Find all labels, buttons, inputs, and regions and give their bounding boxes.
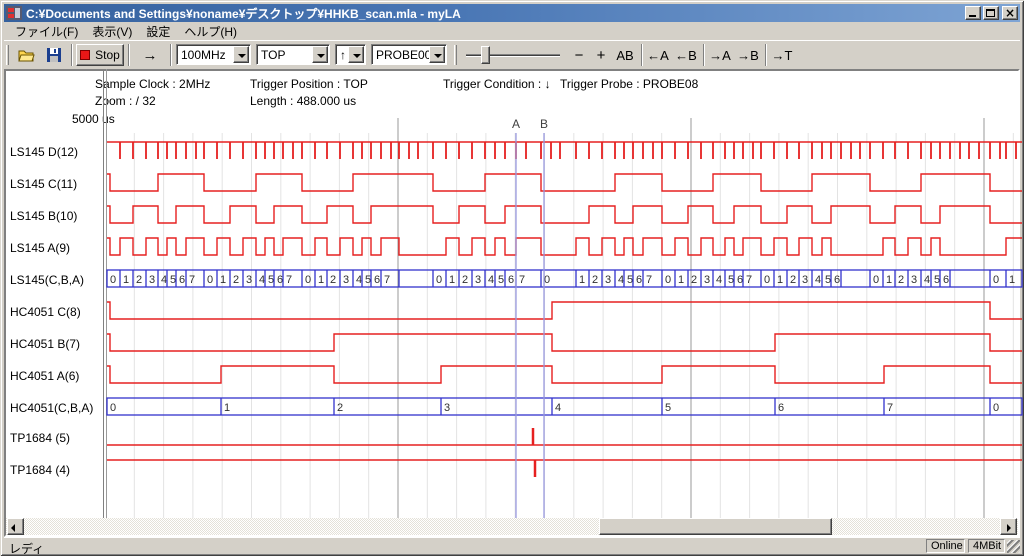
stop-button[interactable]: Stop: [76, 44, 124, 66]
trigger-position-select[interactable]: TOP: [256, 44, 330, 65]
info-zoom: Zoom : / 32: [95, 94, 156, 108]
toolbar: Stop → 100MHz TOP ↑ PROBE00 − + AB ←A ←B…: [4, 40, 1020, 69]
chevron-down-icon[interactable]: [429, 46, 445, 63]
channel-label: LS145(C,B,A): [10, 273, 84, 287]
goto-b-button[interactable]: ←B: [673, 44, 699, 66]
zoom-slider-thumb[interactable]: [481, 46, 490, 64]
toolbar-separator: [641, 44, 643, 66]
time-division-label: 5000 us: [72, 112, 115, 126]
scrollbar-thumb[interactable]: [599, 518, 832, 535]
zoom-out-button[interactable]: −: [568, 44, 590, 66]
maximize-icon: [986, 9, 995, 17]
close-button[interactable]: ×: [1002, 6, 1018, 20]
goto-a-button[interactable]: ←A: [645, 44, 671, 66]
cursor-a-label[interactable]: A: [510, 117, 522, 131]
title-bar[interactable]: C:¥Documents and Settings¥noname¥デスクトップ¥…: [4, 4, 1020, 22]
scroll-left-button[interactable]: [7, 518, 24, 535]
maximize-button[interactable]: [983, 6, 999, 20]
channel-label: LS145 C(11): [10, 177, 77, 191]
horizontal-scrollbar[interactable]: [6, 518, 1018, 535]
toolbar-separator: [128, 44, 130, 66]
resize-grip-icon[interactable]: [1007, 540, 1020, 553]
open-button[interactable]: [14, 44, 40, 66]
set-b-button[interactable]: →B: [735, 44, 761, 66]
cursor-b-label[interactable]: B: [538, 117, 550, 131]
zoom-in-button[interactable]: +: [590, 44, 612, 66]
channel-label: LS145 B(10): [10, 209, 77, 223]
status-online: Online: [926, 539, 965, 553]
minimize-button[interactable]: [965, 6, 981, 20]
save-button[interactable]: [41, 44, 67, 66]
trigger-position-value: TOP: [261, 48, 285, 62]
info-trigger-probe: Trigger Probe : PROBE08: [560, 77, 698, 91]
channel-label: LS145 D(12): [10, 145, 78, 159]
toolbar-separator: [170, 44, 172, 66]
menu-file[interactable]: ファイル(F): [8, 21, 85, 42]
waveform-client-area[interactable]: [4, 69, 1020, 537]
ab-button[interactable]: AB: [612, 44, 638, 66]
status-ready: レディ: [9, 540, 44, 556]
toolbar-grip[interactable]: [454, 45, 457, 65]
channel-label: HC4051 C(8): [10, 305, 81, 319]
set-a-button[interactable]: →A: [707, 44, 733, 66]
menu-view[interactable]: 表示(V): [85, 21, 139, 42]
run-arrow-icon: →: [143, 47, 158, 64]
trigger-edge-select[interactable]: ↑: [335, 44, 366, 65]
stop-icon: [80, 50, 90, 60]
chevron-down-icon[interactable]: [233, 46, 249, 63]
toolbar-grip[interactable]: [6, 45, 9, 65]
minimize-icon: [969, 15, 976, 17]
toolbar-separator: [71, 44, 73, 66]
open-folder-icon: [18, 48, 36, 62]
app-icon: [6, 5, 22, 21]
probe-value: PROBE00: [376, 48, 431, 62]
probe-select[interactable]: PROBE00: [371, 44, 447, 65]
info-trigger-condition: Trigger Condition : ↓: [443, 77, 551, 91]
info-length: Length : 488.000 us: [250, 94, 356, 108]
toolbar-separator: [703, 44, 705, 66]
info-sample-clock: Sample Clock : 2MHz: [95, 77, 210, 91]
save-floppy-icon: [47, 48, 61, 62]
stop-label: Stop: [95, 48, 120, 62]
toolbar-separator: [765, 44, 767, 66]
app-window: { "window": { "title": "C:¥Documents and…: [0, 0, 1024, 556]
status-bar: レディ Online 4MBit: [4, 537, 1020, 553]
channel-label: LS145 A(9): [10, 241, 70, 255]
scroll-right-button[interactable]: [1000, 518, 1017, 535]
channel-label: TP1684 (5): [10, 431, 70, 445]
goto-t-button[interactable]: →T: [769, 44, 795, 66]
close-icon: ×: [1003, 6, 1017, 20]
menu-help[interactable]: ヘルプ(H): [177, 21, 244, 42]
info-trigger-position: Trigger Position : TOP: [250, 77, 368, 91]
channel-label: HC4051 B(7): [10, 337, 80, 351]
chevron-down-icon[interactable]: [312, 46, 328, 63]
window-title: C:¥Documents and Settings¥noname¥デスクトップ¥…: [26, 5, 963, 22]
sample-clock-select[interactable]: 100MHz: [176, 44, 251, 65]
status-memory: 4MBit: [968, 539, 1005, 553]
channel-label: HC4051 A(6): [10, 369, 79, 383]
chevron-down-icon[interactable]: [348, 46, 364, 63]
run-button[interactable]: →: [133, 44, 167, 66]
trigger-edge-value: ↑: [340, 48, 346, 62]
menu-bar: ファイル(F) 表示(V) 設定 ヘルプ(H): [4, 22, 1020, 40]
sample-clock-value: 100MHz: [181, 48, 226, 62]
menu-settings[interactable]: 設定: [139, 21, 177, 42]
channel-label: TP1684 (4): [10, 463, 70, 477]
channel-label: HC4051(C,B,A): [10, 401, 93, 415]
